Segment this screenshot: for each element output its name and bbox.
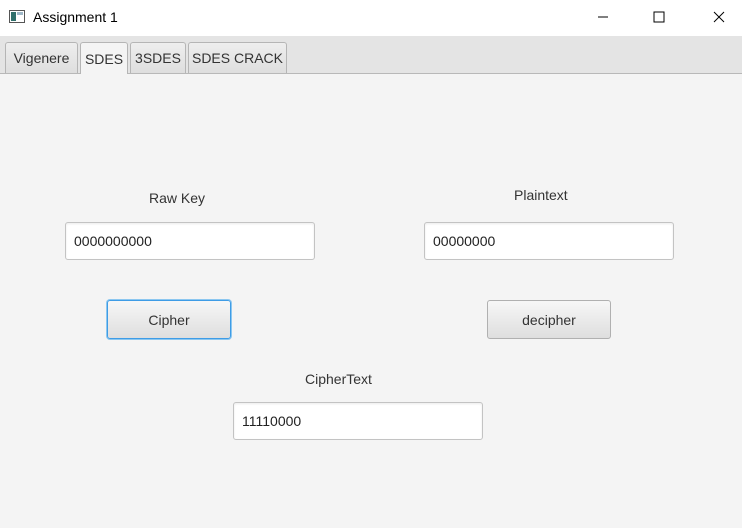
maximize-icon [653, 11, 665, 23]
tab-vigenere[interactable]: Vigenere [5, 42, 78, 73]
maximize-button[interactable] [636, 0, 682, 34]
close-button[interactable] [696, 0, 742, 34]
plaintext-input[interactable] [424, 222, 674, 260]
tab-3sdes[interactable]: 3SDES [130, 42, 186, 73]
plaintext-label: Plaintext [514, 187, 568, 203]
decipher-button[interactable]: decipher [487, 300, 611, 339]
title-bar: Assignment 1 [0, 0, 742, 36]
minimize-button[interactable] [580, 0, 626, 34]
raw-key-input[interactable] [65, 222, 315, 260]
minimize-icon [598, 16, 608, 18]
raw-key-label: Raw Key [149, 190, 206, 206]
ciphertext-label: CipherText [305, 371, 372, 387]
app-window-icon [9, 10, 25, 23]
window-title: Assignment 1 [33, 9, 118, 25]
app-window: Assignment 1 Vigenere SDES 3SDES SDES CR… [0, 0, 742, 528]
ciphertext-output[interactable] [233, 402, 483, 440]
close-icon [713, 11, 725, 23]
tab-sdes-crack[interactable]: SDES CRACK [188, 42, 287, 73]
tab-sdes[interactable]: SDES [80, 42, 128, 74]
cipher-button[interactable]: Cipher [107, 300, 231, 339]
tab-bar: Vigenere SDES 3SDES SDES CRACK [0, 36, 742, 74]
